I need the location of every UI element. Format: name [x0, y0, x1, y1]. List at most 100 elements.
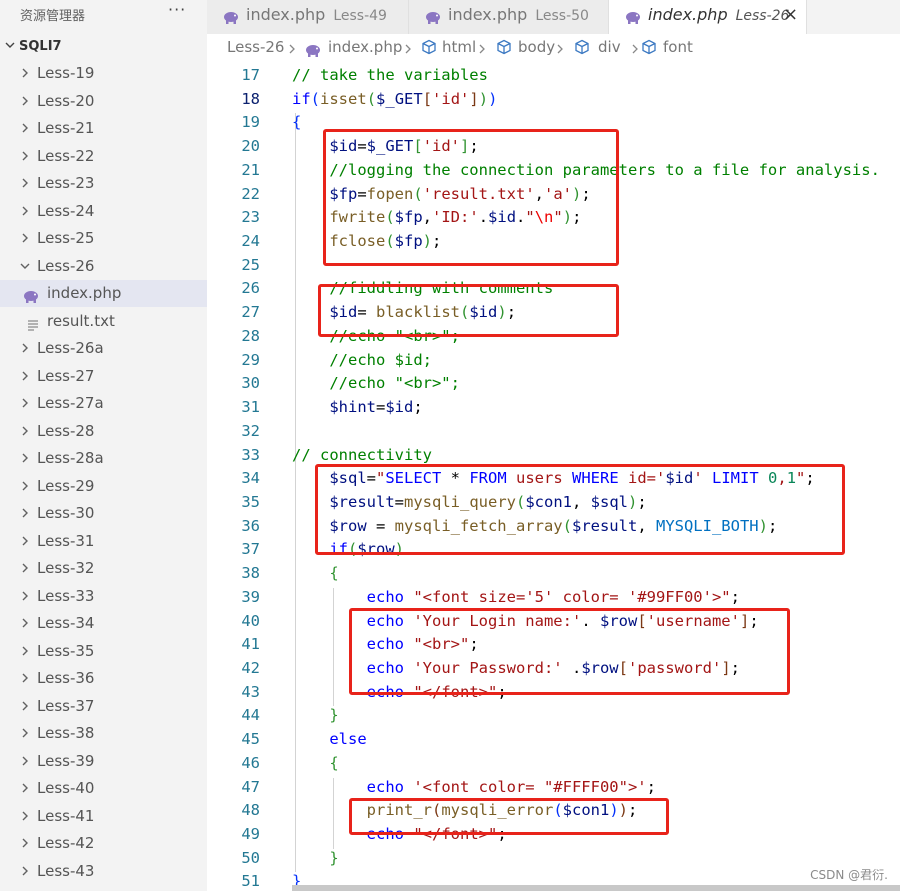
code-editor[interactable]: 17 // take the variables 18 if(isset($_GET[…	[207, 62, 900, 891]
horizontal-scrollbar[interactable]	[292, 885, 900, 891]
tree-folder-item[interactable]: Less-42	[0, 830, 207, 857]
editor-tab[interactable]: index.php Less-50	[409, 0, 609, 34]
code-line[interactable]: //echo "<br>";	[292, 374, 460, 392]
code-line[interactable]: echo "<font size='5' color= '#99FF00'>";	[292, 588, 740, 606]
breadcrumb-symbol[interactable]: body	[518, 38, 555, 56]
line-number: 39	[241, 587, 260, 606]
text-file-icon	[27, 316, 39, 335]
tree-item-label: Less-23	[37, 174, 95, 192]
tree-folder-item[interactable]: Less-28a	[0, 445, 207, 472]
code-token: [	[422, 89, 433, 108]
breadcrumb-symbol[interactable]: html	[442, 38, 476, 56]
line-number: 17	[241, 66, 260, 84]
chevron-right-icon	[19, 837, 31, 849]
tree-folder-item[interactable]: Less-24	[0, 198, 207, 225]
tree-folder-item[interactable]: Less-20	[0, 88, 207, 115]
code-token: {	[329, 753, 339, 772]
tree-folder-item[interactable]: Less-22	[0, 143, 207, 170]
editor-tab[interactable]: index.php Less-49	[207, 0, 409, 34]
close-icon[interactable]: ×	[783, 5, 798, 25]
line-number: 50	[241, 848, 260, 867]
tree-folder-item[interactable]: Less-41	[0, 803, 207, 830]
chevron-right-icon	[19, 700, 31, 712]
tree-folder-item[interactable]: Less-31	[0, 528, 207, 555]
tree-folder-item[interactable]: Less-43	[0, 858, 207, 885]
code-line[interactable]: // take the variables	[292, 66, 488, 84]
code-line[interactable]: }	[292, 849, 338, 867]
chevron-down-icon	[19, 260, 31, 272]
line-number: 45	[241, 730, 260, 749]
chevron-right-icon	[19, 95, 31, 107]
code-line[interactable]: $hint=$id;	[292, 398, 422, 416]
code-line[interactable]: // connectivity	[292, 446, 432, 464]
code-line[interactable]: echo '<font color= "#FFFF00">';	[292, 778, 656, 796]
tree-folder-item[interactable]: Less-30	[0, 500, 207, 527]
tree-folder-item[interactable]: Less-37	[0, 693, 207, 720]
tree-folder-item[interactable]: Less-21	[0, 115, 207, 142]
line-number: 26	[241, 279, 260, 298]
tree-folder-item[interactable]: Less-29	[0, 473, 207, 500]
tree-folder-item[interactable]: Less-34	[0, 610, 207, 637]
code-line[interactable]: //echo $id;	[292, 351, 432, 369]
line-number: 29	[241, 350, 260, 369]
tree-file-item[interactable]: index.php	[0, 280, 207, 307]
code-token: {	[292, 113, 302, 132]
line-number: 46	[241, 753, 260, 772]
chevron-right-icon	[19, 122, 31, 134]
tree-folder-item[interactable]: Less-39	[0, 748, 207, 775]
line-number: 31	[241, 398, 260, 417]
code-line[interactable]: {	[292, 753, 339, 772]
tree-folder-item[interactable]: Less-40	[0, 775, 207, 802]
chevron-right-icon	[19, 452, 31, 464]
tree-folder-item[interactable]: Less-27	[0, 363, 207, 390]
line-number: 43	[241, 682, 260, 701]
tree-file-item[interactable]: result.txt	[0, 308, 207, 335]
workspace-root-folder[interactable]: SQLI7	[0, 36, 207, 60]
chevron-right-icon	[19, 590, 31, 602]
tree-folder-item[interactable]: Less-19	[0, 60, 207, 87]
chevron-right-icon	[403, 42, 413, 60]
watermark: CSDN @君衍.	[810, 868, 888, 882]
tree-folder-item[interactable]: Less-25	[0, 225, 207, 252]
tree-folder-item[interactable]: Less-23	[0, 170, 207, 197]
code-line[interactable]: {	[292, 113, 301, 131]
tree-folder-item[interactable]: Less-27a	[0, 390, 207, 417]
tree-folder-item[interactable]: Less-38	[0, 720, 207, 747]
breadcrumb-folder[interactable]: Less-26	[227, 38, 284, 56]
code-line[interactable]: if(isset($_GET['id']))	[292, 90, 497, 108]
tab-description: Less-49	[333, 8, 387, 24]
more-actions-icon[interactable]: ···	[168, 0, 186, 19]
chevron-right-icon	[19, 562, 31, 574]
code-line[interactable]: else	[292, 730, 366, 748]
breadcrumb-symbol[interactable]: font	[663, 38, 693, 56]
chevron-right-icon	[19, 342, 31, 354]
tree-folder-item[interactable]: Less-28	[0, 418, 207, 445]
tree-folder-item[interactable]: Less-36	[0, 665, 207, 692]
line-number: 22	[241, 184, 260, 203]
chevron-down-icon	[4, 39, 16, 51]
editor-tab[interactable]: index.php Less-26 ×	[609, 0, 807, 34]
code-line[interactable]: }	[292, 706, 339, 725]
code-token: {	[329, 564, 339, 583]
code-line[interactable]: {	[292, 564, 339, 583]
tree-folder-item[interactable]: Less-32	[0, 555, 207, 582]
breadcrumb-file[interactable]: index.php	[328, 38, 402, 56]
tree-folder-item[interactable]: Less-26a	[0, 335, 207, 362]
breadcrumb-symbol[interactable]: div	[598, 38, 621, 56]
line-number: 28	[241, 326, 260, 345]
line-number: 18	[241, 89, 260, 108]
php-file-icon	[23, 288, 39, 307]
tab-description: Less-50	[535, 8, 589, 24]
tree-item-label: Less-34	[37, 614, 95, 632]
code-token: if	[292, 89, 311, 108]
tree-item-label: Less-28	[37, 421, 95, 440]
tree-folder-item[interactable]: Less-35	[0, 638, 207, 665]
tree-folder-item[interactable]: Less-33	[0, 583, 207, 610]
code-token: }	[329, 706, 339, 725]
chevron-right-icon	[19, 755, 31, 767]
tree-folder-item[interactable]: Less-26	[0, 253, 207, 280]
